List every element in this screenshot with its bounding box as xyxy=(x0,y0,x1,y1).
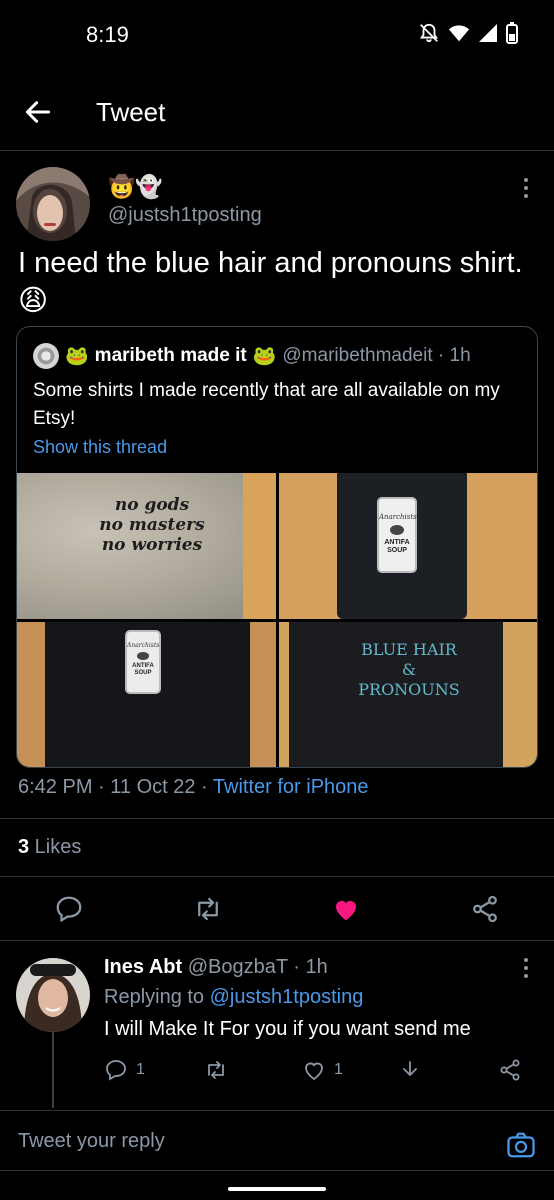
signal-icon xyxy=(479,24,497,42)
meta-divider xyxy=(0,818,554,819)
shirt-print-text: BLUE HAIR & PRONOUNS xyxy=(339,640,479,700)
share-icon[interactable] xyxy=(470,894,500,924)
shirt-line: PRONOUNS xyxy=(358,680,460,699)
likes-count: 3 xyxy=(18,836,30,858)
battery-icon xyxy=(506,22,518,44)
tweet-text: I need the blue hair and pronouns shirt.… xyxy=(18,244,538,320)
camera-icon[interactable] xyxy=(506,1130,536,1160)
wall-background xyxy=(243,473,276,619)
soup-can-graphic: Anarchists ANTIFA SOUP xyxy=(125,630,161,694)
download-icon[interactable] xyxy=(398,1058,422,1082)
like-count: 1 xyxy=(334,1061,343,1078)
quote-header: 🐸 maribeth made it 🐸 @maribethmadeit · 1… xyxy=(33,343,471,369)
replying-to-handle[interactable]: @justsh1tposting xyxy=(210,986,364,1008)
can-label: Anarchists xyxy=(379,513,417,521)
reply-author-avatar[interactable] xyxy=(16,958,90,1032)
weary-face-emoji: 😩 xyxy=(18,285,49,317)
status-icons xyxy=(418,22,518,44)
media-photo-1[interactable]: no gods no masters no worries xyxy=(17,473,276,619)
retweet-icon[interactable] xyxy=(193,894,223,924)
author-name-emojis[interactable]: 🤠👻 xyxy=(108,174,163,200)
reply-author-handle: @BogzbaT · 1h xyxy=(187,956,328,978)
can-text: ANTIFA SOUP xyxy=(379,539,415,555)
reply-author-name: Ines Abt xyxy=(104,956,183,978)
soup-can-graphic: Anarchists ANTIFA SOUP xyxy=(377,497,417,573)
quote-media-grid: no gods no masters no worries Anarchists… xyxy=(17,473,537,767)
reply-text: I will Make It For you if you want send … xyxy=(104,1018,471,1040)
replying-prefix: Replying to xyxy=(104,986,210,1008)
likes-divider xyxy=(0,876,554,877)
thread-connector xyxy=(52,1032,54,1108)
can-label: Anarchists xyxy=(127,642,160,649)
shirt-line: no masters xyxy=(99,515,205,535)
quote-author-handle: @maribethmadeit · 1h xyxy=(282,345,471,366)
like-filled-icon[interactable] xyxy=(331,894,361,924)
back-arrow-icon[interactable] xyxy=(22,96,54,128)
more-options-icon[interactable] xyxy=(516,176,536,200)
can-text: ANTIFA SOUP xyxy=(127,663,159,677)
retweet-icon[interactable] xyxy=(204,1058,228,1082)
share-icon[interactable] xyxy=(498,1058,522,1082)
reply-more-options-icon[interactable] xyxy=(516,956,536,980)
bell-off-icon xyxy=(419,23,439,43)
tweet-source-link[interactable]: Twitter for iPhone xyxy=(213,776,369,798)
can-seal xyxy=(137,652,149,660)
actions-divider xyxy=(0,940,554,941)
like-icon xyxy=(305,1062,323,1081)
replying-to: Replying to @justsh1tposting xyxy=(104,986,363,1009)
tweet-meta: 6:42 PM · 11 Oct 22 · Twitter for iPhone xyxy=(18,776,369,799)
likes-summary[interactable]: 3 Likes xyxy=(18,836,81,859)
status-time: 8:19 xyxy=(86,22,129,47)
tweet-timestamp: 6:42 PM · 11 Oct 22 · xyxy=(18,776,213,798)
reply-icon[interactable] xyxy=(54,894,84,924)
likes-label: Likes xyxy=(29,836,82,858)
home-indicator[interactable] xyxy=(228,1187,326,1191)
shirt-line: no worries xyxy=(101,535,203,555)
can-line: ANTIFA xyxy=(132,663,154,669)
reply-icon xyxy=(106,1060,126,1081)
reply-author[interactable]: Ines Abt @BogzbaT · 1h xyxy=(104,956,328,979)
quote-text: Some shirts I made recently that are all… xyxy=(33,380,500,429)
media-photo-2[interactable]: Anarchists ANTIFA SOUP xyxy=(279,473,537,619)
header-divider xyxy=(0,150,554,151)
can-line: SOUP xyxy=(134,670,152,676)
media-photo-4[interactable]: BLUE HAIR & PRONOUNS xyxy=(279,622,537,767)
shirt-line: no gods xyxy=(114,495,190,515)
reply-reply-action[interactable]: 1 xyxy=(104,1058,145,1082)
quoted-tweet[interactable]: 🐸 maribeth made it 🐸 @maribethmadeit · 1… xyxy=(16,326,538,768)
author-avatar[interactable] xyxy=(16,167,90,241)
reply-count: 1 xyxy=(136,1061,145,1078)
frog-emoji: 🐸 xyxy=(252,346,277,367)
reply-input[interactable]: Tweet your reply xyxy=(18,1130,165,1153)
shirt-line: & xyxy=(401,660,417,679)
shirt-line: BLUE HAIR xyxy=(361,640,457,659)
wifi-icon xyxy=(448,25,470,42)
can-line: ANTIFA xyxy=(384,539,410,546)
reply-like-action[interactable]: 1 xyxy=(302,1058,343,1082)
quote-author-name: maribeth made it xyxy=(94,345,247,366)
media-photo-3[interactable]: Anarchists ANTIFA SOUP xyxy=(17,622,276,767)
frog-emoji: 🐸 xyxy=(65,346,89,367)
can-line: SOUP xyxy=(387,547,407,554)
shirt-print-text: no gods no masters no worries xyxy=(77,495,227,555)
composer-bottom-divider xyxy=(0,1170,554,1171)
can-seal xyxy=(390,525,404,535)
header-title: Tweet xyxy=(96,97,166,127)
quote-avatar xyxy=(33,343,59,369)
author-handle[interactable]: @justsh1tposting xyxy=(108,204,262,227)
tweet-body: I need the blue hair and pronouns shirt. xyxy=(18,247,523,279)
composer-divider xyxy=(0,1110,554,1111)
show-thread-link[interactable]: Show this thread xyxy=(33,437,167,458)
